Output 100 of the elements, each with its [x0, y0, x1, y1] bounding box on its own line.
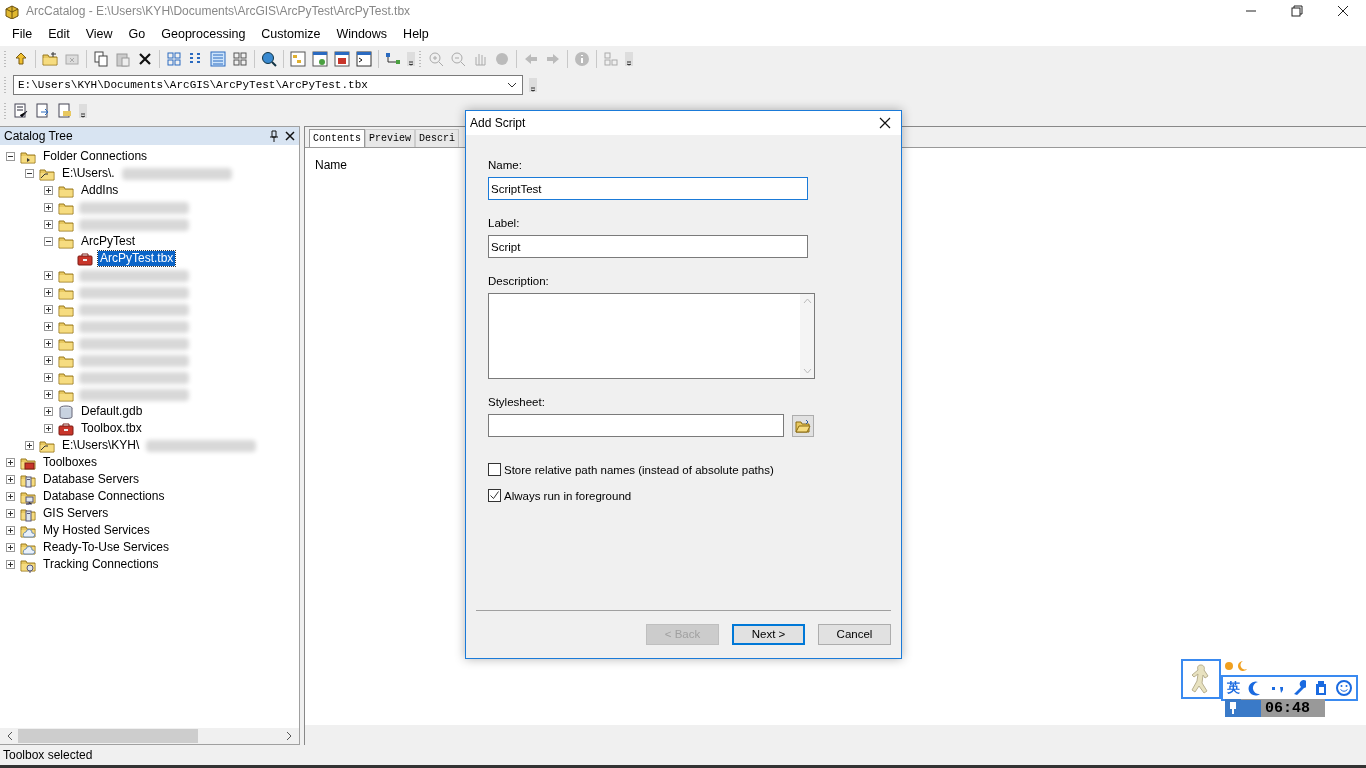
results-window-icon[interactable]	[312, 51, 328, 67]
expand-icon[interactable]	[6, 543, 15, 552]
expand-icon[interactable]	[6, 492, 15, 501]
tree-item[interactable]: Toolbox.tbx	[79, 421, 144, 436]
expand-icon[interactable]	[44, 322, 53, 331]
thumbnails-icon[interactable]	[232, 51, 248, 67]
tree-item[interactable]: Folder Connections	[41, 149, 150, 164]
copy-icon[interactable]	[93, 51, 109, 67]
checkbox-label[interactable]: Store relative path names (instead of absolute paths)	[504, 463, 774, 476]
search-icon[interactable]	[261, 51, 277, 67]
expand-icon[interactable]	[6, 560, 15, 569]
dialog-title: Add Script	[470, 116, 526, 130]
toolbar-grip[interactable]	[4, 49, 7, 69]
tree-item[interactable]: My Hosted Services	[41, 523, 152, 538]
input-mode-toggle[interactable]: 英	[1227, 679, 1240, 697]
import-icon[interactable]	[35, 103, 51, 119]
tree-item[interactable]: AddIns	[79, 183, 121, 198]
expand-icon[interactable]	[44, 424, 53, 433]
checkbox[interactable]	[488, 463, 501, 476]
tab[interactable]: Preview	[365, 129, 416, 147]
menu-item[interactable]: Go	[120, 25, 154, 43]
expand-icon[interactable]	[25, 441, 34, 450]
expand-icon[interactable]	[44, 339, 53, 348]
menu-item[interactable]: Geoprocessing	[153, 25, 254, 43]
metadata-edit-icon[interactable]	[13, 103, 29, 119]
scroll-left-icon[interactable]	[6, 731, 14, 741]
horizontal-scrollbar[interactable]	[0, 728, 299, 744]
collapse-icon[interactable]	[44, 237, 53, 246]
collapse-icon[interactable]	[6, 152, 15, 161]
model-icon[interactable]	[290, 51, 306, 67]
wrench-icon[interactable]	[1292, 680, 1306, 696]
tree-item[interactable]: Toolboxes	[41, 455, 100, 470]
python-window-icon[interactable]	[356, 51, 372, 67]
sun-moon-icon	[1223, 659, 1249, 673]
status-text: Toolbox selected	[3, 748, 93, 762]
tree-item[interactable]: E:\Users\.	[60, 166, 117, 181]
expand-icon[interactable]	[44, 356, 53, 365]
menu-item[interactable]: View	[77, 25, 121, 43]
toolbar-options-icon[interactable]	[529, 78, 537, 92]
menu-item[interactable]: Customize	[253, 25, 329, 43]
collapse-icon[interactable]	[25, 169, 34, 178]
arctoolbox-window-icon[interactable]	[334, 51, 350, 67]
checkbox[interactable]	[488, 489, 501, 502]
expand-icon[interactable]	[44, 390, 53, 399]
smiley-icon[interactable]	[1336, 680, 1352, 696]
dialog-button[interactable]: Cancel	[818, 623, 891, 645]
browse-button[interactable]	[792, 414, 814, 437]
close-icon[interactable]	[285, 131, 295, 141]
text-field[interactable]	[488, 414, 784, 437]
expand-icon[interactable]	[44, 373, 53, 382]
tree-item[interactable]: ArcPyTest.tbx	[98, 251, 176, 266]
export-icon[interactable]	[57, 103, 73, 119]
model-builder-icon[interactable]	[385, 51, 401, 67]
menu-item[interactable]: Edit	[40, 25, 78, 43]
menu-item[interactable]: Help	[395, 25, 437, 43]
close-icon[interactable]	[879, 117, 891, 129]
menu-item[interactable]: Windows	[328, 25, 396, 43]
expand-icon[interactable]	[44, 305, 53, 314]
text-field[interactable]: ScriptTest	[488, 177, 808, 200]
expand-icon[interactable]	[44, 203, 53, 212]
checkbox-label[interactable]: Always run in foreground	[504, 489, 632, 502]
expand-icon[interactable]	[44, 288, 53, 297]
menu-item[interactable]: File	[4, 25, 41, 43]
tree-item[interactable]: Default.gdb	[79, 404, 145, 419]
toolbar-options-icon[interactable]	[79, 104, 87, 118]
clipboard-icon[interactable]	[1314, 680, 1328, 696]
tree-item[interactable]: Database Connections	[41, 489, 167, 504]
delete-icon[interactable]	[137, 51, 153, 67]
toolbar-options-icon[interactable]	[625, 52, 633, 66]
tree-item[interactable]: ArcPyTest	[79, 234, 137, 249]
toolbar-grip[interactable]	[419, 49, 422, 69]
dropdown-icon[interactable]	[506, 80, 518, 90]
moon-icon[interactable]	[1248, 680, 1262, 696]
tree-item[interactable]: Database Servers	[41, 472, 142, 487]
tree-item[interactable]: Ready-To-Use Services	[41, 540, 172, 555]
expand-icon[interactable]	[44, 407, 53, 416]
tab[interactable]: Contents	[309, 129, 365, 147]
expand-icon[interactable]	[6, 458, 15, 467]
up-arrow-icon[interactable]	[13, 51, 29, 67]
dialog-button[interactable]: Next >	[732, 623, 805, 645]
expand-icon[interactable]	[44, 220, 53, 229]
text-field[interactable]: Script	[488, 235, 808, 258]
column-header[interactable]: Name	[315, 158, 347, 172]
expand-icon[interactable]	[6, 509, 15, 518]
scroll-right-icon[interactable]	[285, 731, 293, 741]
expand-icon[interactable]	[6, 475, 15, 484]
tab[interactable]: Descri	[415, 129, 460, 147]
expand-icon[interactable]	[44, 271, 53, 280]
tree-item[interactable]: GIS Servers	[41, 506, 111, 521]
toolbar-options-icon[interactable]	[407, 52, 415, 66]
location-field[interactable]: E:\Users\KYH\Documents\ArcGIS\ArcPyTest\ArcPyTest.tbx	[13, 75, 523, 95]
expand-icon[interactable]	[44, 186, 53, 195]
toolbar-grip[interactable]	[4, 101, 7, 121]
toolbar-grip[interactable]	[4, 75, 7, 95]
large-icons-icon[interactable]	[166, 51, 182, 67]
expand-icon[interactable]	[6, 526, 15, 535]
new-folder-icon[interactable]	[42, 51, 58, 67]
tree-item[interactable]: Tracking Connections	[41, 557, 161, 572]
pin-icon[interactable]	[269, 130, 279, 142]
tree-item[interactable]: E:\Users\KYH\	[60, 438, 142, 453]
